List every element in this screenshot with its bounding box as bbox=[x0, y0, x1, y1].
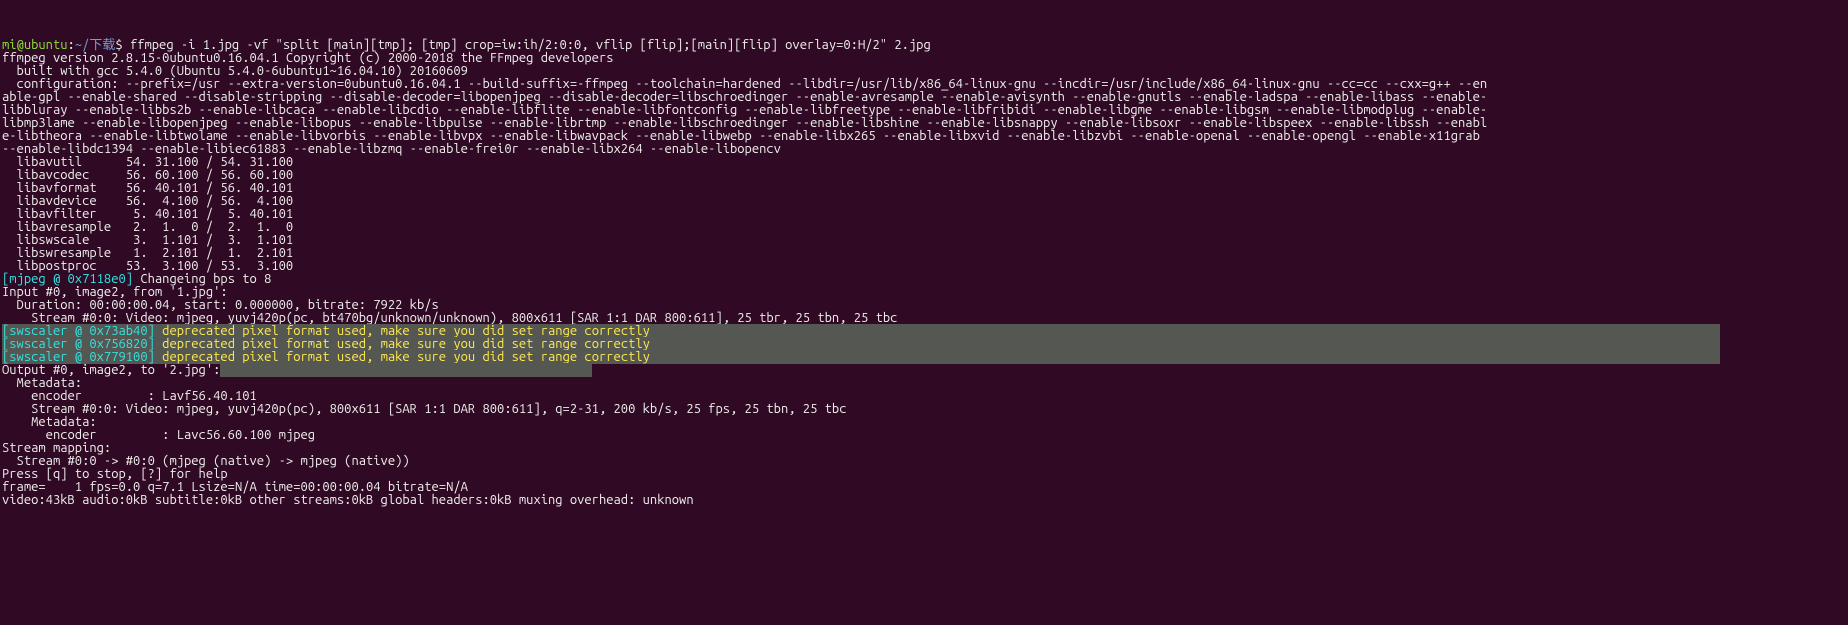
line-output-pad bbox=[220, 363, 591, 377]
line-config-4: libmp3lame --enable-libopenjpeg --enable… bbox=[2, 116, 1487, 130]
line-metadata-1: Metadata: bbox=[2, 376, 82, 390]
line-libavutil: libavutil 54. 31.100 / 54. 31.100 bbox=[2, 155, 293, 169]
swscaler-tag-2: [swscaler @ 0x756820] bbox=[2, 337, 162, 351]
line-libavformat: libavformat 56. 40.101 / 56. 40.101 bbox=[2, 181, 293, 195]
swscaler-tag-1: [swscaler @ 0x73ab40] bbox=[2, 324, 162, 338]
swscaler-tag-3: [swscaler @ 0x779100] bbox=[2, 350, 162, 364]
line-video: video:43kB audio:0kB subtitle:0kB other … bbox=[2, 493, 694, 507]
line-libavcodec: libavcodec 56. 60.100 / 56. 60.100 bbox=[2, 168, 293, 182]
swscaler-msg-2: deprecated pixel format used, make sure … bbox=[162, 337, 650, 351]
prompt-colon: : bbox=[68, 38, 75, 52]
line-config-2: able-gpl --enable-shared --disable-strip… bbox=[2, 90, 1487, 104]
swscaler-pad-3 bbox=[650, 350, 1720, 364]
swscaler-row-1: [swscaler @ 0x73ab40] deprecated pixel f… bbox=[2, 324, 1720, 338]
line-stream-out: Stream #0:0: Video: mjpeg, yuvj420p(pc),… bbox=[2, 402, 846, 416]
line-frame: frame= 1 fps=0.0 q=7.1 Lsize=N/A time=00… bbox=[2, 480, 497, 494]
line-metadata-2: Metadata: bbox=[2, 415, 97, 429]
swscaler-msg-1: deprecated pixel format used, make sure … bbox=[162, 324, 650, 338]
line-config-6: --enable-libdc1394 --enable-libiec61883 … bbox=[2, 142, 781, 156]
line-libavfilter: libavfilter 5. 40.101 / 5. 40.101 bbox=[2, 207, 293, 221]
line-libavdevice: libavdevice 56. 4.100 / 56. 4.100 bbox=[2, 194, 293, 208]
swscaler-msg-3: deprecated pixel format used, make sure … bbox=[162, 350, 650, 364]
swscaler-pad-2 bbox=[650, 337, 1720, 351]
line-config-3: libbluray --enable-libbs2b --enable-libc… bbox=[2, 103, 1487, 117]
line-mapping: Stream mapping: bbox=[2, 441, 111, 455]
line-libpostproc: libpostproc 53. 3.100 / 53. 3.100 bbox=[2, 259, 293, 273]
terminal[interactable]: mi@ubuntu:~/下载$ ffmpeg -i 1.jpg -vf "spl… bbox=[0, 39, 1848, 507]
swscaler-row-2: [swscaler @ 0x756820] deprecated pixel f… bbox=[2, 337, 1720, 351]
prompt-dollar: $ bbox=[115, 38, 130, 52]
swscaler-row-3: [swscaler @ 0x779100] deprecated pixel f… bbox=[2, 350, 1720, 364]
line-libavresample: libavresample 2. 1. 0 / 2. 1. 0 bbox=[2, 220, 293, 234]
line-version: ffmpeg version 2.8.15-0ubuntu0.16.04.1 C… bbox=[2, 51, 614, 65]
line-duration: Duration: 00:00:00.04, start: 0.000000, … bbox=[2, 298, 439, 312]
mjpeg-tag: [mjpeg @ 0x7118e0] bbox=[2, 272, 140, 286]
mjpeg-msg: Changeing bps to 8 bbox=[140, 272, 271, 286]
line-input: Input #0, image2, from '1.jpg': bbox=[2, 285, 228, 299]
line-config-5: e-libtheora --enable-libtwolame --enable… bbox=[2, 129, 1487, 143]
line-libswscale: libswscale 3. 1.101 / 3. 1.101 bbox=[2, 233, 293, 247]
swscaler-pad-1 bbox=[650, 324, 1720, 338]
line-output: Output #0, image2, to '2.jpg': bbox=[2, 363, 220, 377]
line-mapping-detail: Stream #0:0 -> #0:0 (mjpeg (native) -> m… bbox=[2, 454, 410, 468]
line-encoder-lavc: encoder : Lavc56.60.100 mjpeg bbox=[2, 428, 315, 442]
line-built: built with gcc 5.4.0 (Ubuntu 5.4.0-6ubun… bbox=[2, 64, 468, 78]
prompt-user-host: mi@ubuntu bbox=[2, 38, 68, 52]
line-libswresample: libswresample 1. 2.101 / 1. 2.101 bbox=[2, 246, 293, 260]
line-encoder-lavf: encoder : Lavf56.40.101 bbox=[2, 389, 257, 403]
line-config-1: configuration: --prefix=/usr --extra-ver… bbox=[2, 77, 1487, 91]
line-press-q: Press [q] to stop, [?] for help bbox=[2, 467, 228, 481]
prompt-path: ~/下载 bbox=[75, 38, 116, 52]
command: ffmpeg -i 1.jpg -vf "split [main][tmp]; … bbox=[130, 38, 931, 52]
line-stream-in: Stream #0:0: Video: mjpeg, yuvj420p(pc, … bbox=[2, 311, 897, 325]
